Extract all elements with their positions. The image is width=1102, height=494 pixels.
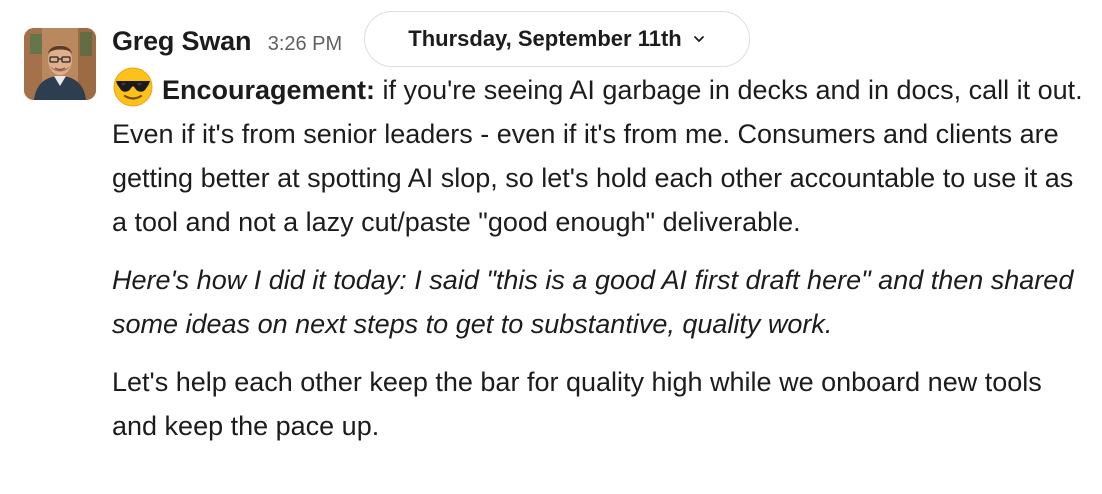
sunglasses-face-emoji-icon <box>112 66 154 108</box>
sender-avatar[interactable] <box>24 28 96 100</box>
avatar-photo-icon <box>24 28 96 100</box>
message-paragraph-italic: Here's how I did it today: I said "this … <box>112 265 1074 339</box>
message-body: Encouragement: if you're seeing AI garba… <box>112 66 1094 462</box>
sender-name[interactable]: Greg Swan <box>112 26 251 56</box>
message: Greg Swan 3:26 PM Thursday, September 11… <box>0 0 1102 494</box>
message-timestamp[interactable]: 3:26 PM <box>268 33 342 55</box>
chevron-down-icon <box>692 32 706 46</box>
date-divider-button[interactable]: Thursday, September 11th <box>364 11 750 67</box>
date-divider-label: Thursday, September 11th <box>408 26 682 51</box>
message-paragraph: Encouragement: if you're seeing AI garba… <box>112 66 1094 244</box>
message-paragraph: Let's help each other keep the bar for q… <box>112 367 1042 441</box>
message-header: Greg Swan 3:26 PM <box>112 26 342 62</box>
lead-label: Encouragement: <box>162 75 376 105</box>
